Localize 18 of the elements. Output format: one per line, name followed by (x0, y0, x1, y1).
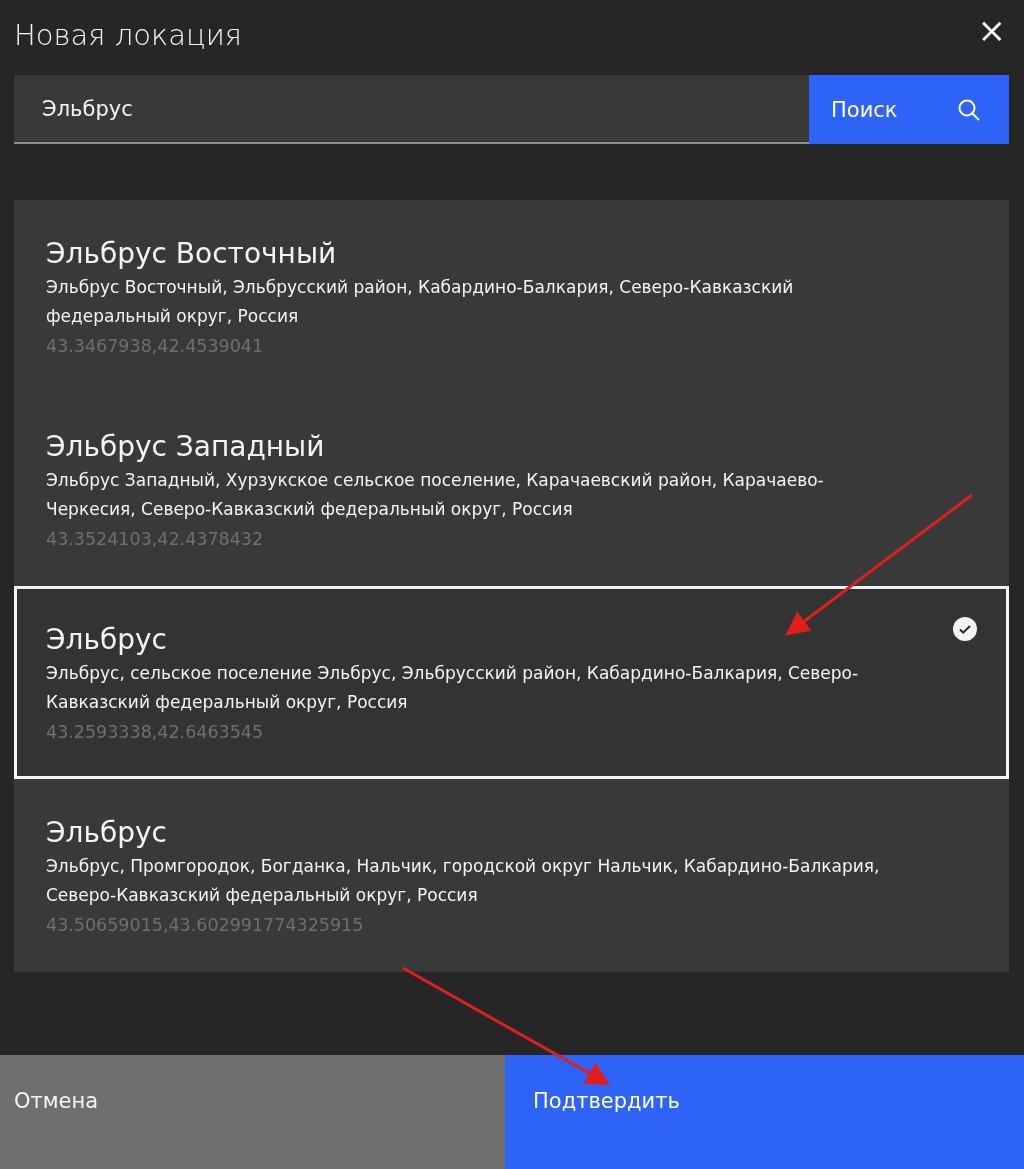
location-item[interactable]: Эльбрус Эльбрус, сельское поселение Эльбрус, Эльбрусский район, Кабардино-Балкария, Северо-Кавказский федеральный округ, Россия 43.2593338,42.6463545 (14, 586, 1009, 779)
location-name: Эльбрус Восточный (46, 236, 337, 272)
search-button[interactable]: Поиск (809, 75, 1009, 144)
dialog-title: Новая локация (14, 18, 242, 52)
location-address: Эльбрус Восточный, Эльбрусский район, Кабардино-Балкария, Северо-Кавказский федеральный округ, Россия (46, 276, 795, 328)
checkmark-icon (953, 617, 977, 641)
close-button[interactable]: × (973, 18, 1010, 42)
location-address: Эльбрус Западный, Хурзукское сельское поселение, Карачаевский район, Карачаево-Черкесия, Северо-Кавказский федеральный округ, Россия (46, 469, 825, 521)
search-field[interactable]: Эльбрус (14, 75, 809, 144)
location-name: Эльбрус (46, 815, 167, 851)
cancel-button[interactable]: Отмена (0, 1055, 505, 1169)
confirm-button[interactable]: Подтвердить (505, 1055, 1024, 1169)
location-address: Эльбрус, Промгородок, Богданка, Нальчик, городской округ Нальчик, Кабардино-Балкария, Северо-Кавказский федеральный округ, Россия (46, 855, 881, 907)
location-name: Эльбрус Западный (46, 429, 325, 465)
location-coordinates: 43.2593338,42.6463545 (46, 721, 265, 744)
search-icon (957, 97, 981, 122)
location-name: Эльбрус (46, 622, 167, 658)
location-address: Эльбрус, сельское поселение Эльбрус, Эльбрусский район, Кабардино-Балкария, Северо-Кавказский федеральный округ, Россия (46, 662, 860, 714)
